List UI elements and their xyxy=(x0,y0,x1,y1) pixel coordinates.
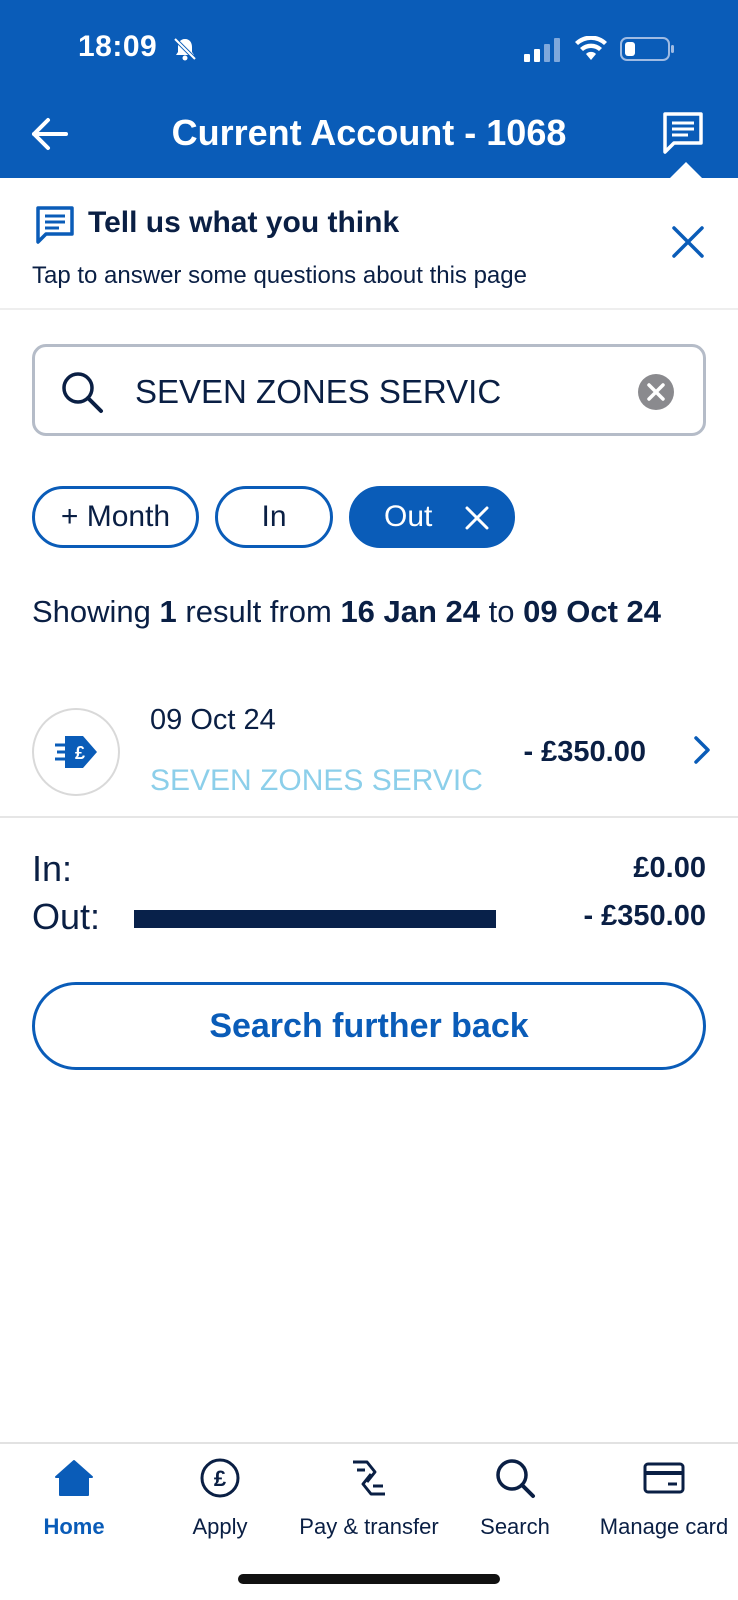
results-prefix: Showing xyxy=(32,594,160,629)
tab-manage-card[interactable]: Manage card xyxy=(590,1456,738,1566)
status-time: 18:09 xyxy=(78,30,158,63)
tab-home[interactable]: Home xyxy=(0,1456,148,1566)
pound-circle-icon: £ xyxy=(200,1458,240,1498)
app-header: 18:09 Current Account - 1068 xyxy=(0,0,738,178)
tab-search[interactable]: Search xyxy=(441,1456,589,1566)
total-out-row: Out: - £350.00 xyxy=(32,896,706,940)
transaction-row[interactable]: £ 09 Oct 24 SEVEN ZONES SERVIC - £350.00 xyxy=(0,688,738,818)
total-out-value: - £350.00 xyxy=(583,900,706,932)
results-from-date: 16 Jan 24 xyxy=(340,594,481,629)
feedback-banner[interactable]: Tell us what you think Tap to answer som… xyxy=(0,178,738,310)
transaction-avatar: £ xyxy=(32,708,120,796)
tab-pay-transfer[interactable]: Pay & transfer xyxy=(295,1456,443,1566)
battery-icon xyxy=(620,37,674,61)
results-middle: result from xyxy=(176,594,341,629)
total-out-label: Out: xyxy=(32,896,101,937)
feedback-message-icon[interactable] xyxy=(660,110,706,156)
transaction-amount: - £350.00 xyxy=(523,736,646,768)
transaction-date: 09 Oct 24 xyxy=(150,704,276,736)
card-icon xyxy=(643,1462,685,1494)
clear-search-icon[interactable] xyxy=(637,373,675,411)
svg-text:£: £ xyxy=(214,1466,227,1491)
search-further-back-button[interactable]: Search further back xyxy=(32,982,706,1070)
tab-pay-transfer-label: Pay & transfer xyxy=(299,1514,439,1539)
home-icon xyxy=(55,1460,93,1496)
total-in-value: £0.00 xyxy=(633,852,706,884)
fast-payment-icon: £ xyxy=(55,736,97,768)
total-in-label: In: xyxy=(32,848,73,889)
search-input[interactable]: SEVEN ZONES SERVIC xyxy=(32,344,706,436)
close-icon[interactable] xyxy=(668,222,708,262)
popover-notch xyxy=(670,162,702,178)
tab-manage-card-label: Manage card xyxy=(599,1514,729,1539)
tab-search-label: Search xyxy=(480,1514,550,1539)
home-indicator xyxy=(238,1574,500,1584)
results-to-word: to xyxy=(480,594,524,629)
tab-apply-label: Apply xyxy=(192,1514,248,1539)
pay-transfer-icon xyxy=(353,1460,385,1496)
filter-in-chip[interactable]: In xyxy=(215,486,333,548)
wifi-icon xyxy=(575,36,607,60)
page-title: Current Account - 1068 xyxy=(171,112,567,153)
message-icon xyxy=(36,206,74,244)
close-icon[interactable] xyxy=(464,505,490,531)
chevron-right-icon xyxy=(694,736,710,764)
bell-muted-icon xyxy=(173,37,197,61)
results-to-date: 09 Oct 24 xyxy=(523,594,662,629)
filter-month-chip[interactable]: + Month xyxy=(32,486,199,548)
filter-out-label: Out xyxy=(384,500,433,533)
search-icon xyxy=(62,372,103,413)
tab-home-label: Home xyxy=(43,1514,105,1539)
results-summary: Showing 1 result from 16 Jan 24 to 09 Oc… xyxy=(32,594,661,630)
feedback-subtitle: Tap to answer some questions about this … xyxy=(32,262,527,289)
search-icon xyxy=(496,1459,535,1498)
total-in-row: In: £0.00 xyxy=(32,848,706,892)
filter-out-chip[interactable]: Out xyxy=(349,486,515,548)
results-count: 1 xyxy=(159,594,177,629)
feedback-title: Tell us what you think xyxy=(88,206,400,239)
transaction-merchant: SEVEN ZONES SERVIC xyxy=(150,764,483,797)
total-out-bar xyxy=(134,910,496,928)
search-value: SEVEN ZONES SERVIC xyxy=(135,373,502,410)
svg-text:£: £ xyxy=(75,743,85,763)
signal-icon xyxy=(524,38,560,62)
tab-apply[interactable]: £ Apply xyxy=(146,1456,294,1566)
